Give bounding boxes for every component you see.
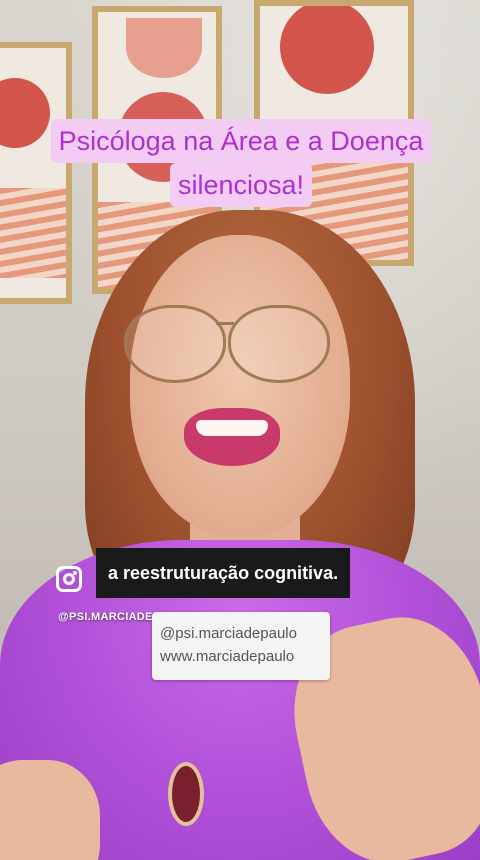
subtitle-text: a reestruturação cognitiva. [108, 562, 339, 583]
title-line-2: silenciosa! [169, 163, 313, 207]
video-frame: Psicóloga na Área e a Doença silenciosa!… [0, 0, 480, 860]
contact-instagram-handle: @psi.marciadepaulo [160, 625, 297, 642]
glasses-left-lens [124, 305, 226, 383]
person-mouth [184, 408, 280, 466]
glasses-right-lens [228, 305, 330, 383]
title-line-1: Psicóloga na Área e a Doença [50, 119, 432, 163]
person-face [130, 235, 350, 535]
title-overlay: Psicóloga na Área e a Doença silenciosa! [34, 108, 448, 218]
contact-card: @psi.marciadepaulo www.marciadepaulo [152, 612, 330, 680]
contact-website: www.marciadepaulo [160, 648, 295, 665]
glasses-bridge [216, 322, 234, 325]
necklace-pendant [168, 762, 204, 826]
instagram-icon [56, 566, 82, 592]
person-teeth [196, 420, 268, 436]
subtitle-caption: a reestruturação cognitiva. [96, 548, 351, 598]
